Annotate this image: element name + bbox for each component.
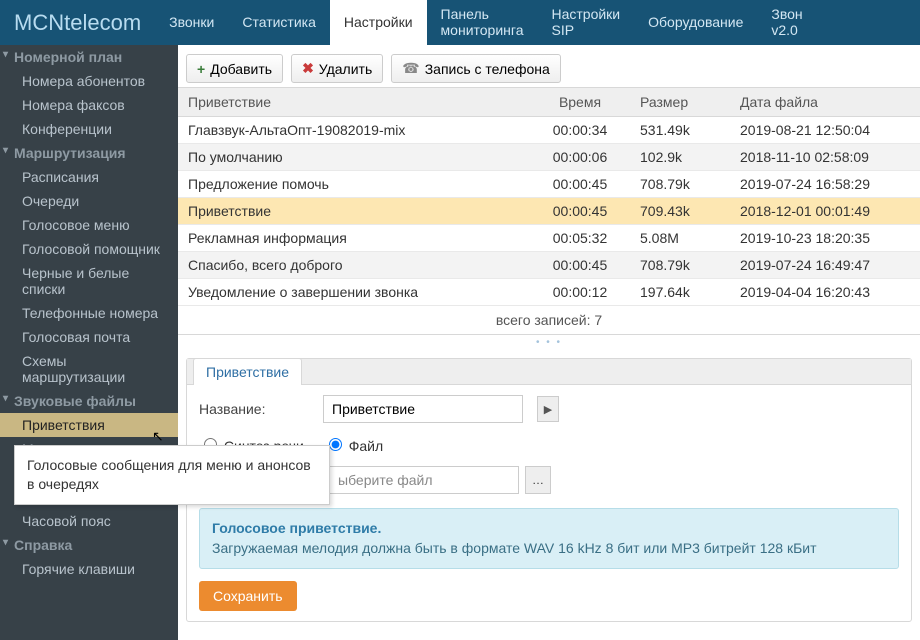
table-row[interactable]: Главзвук-АльтаОпт-19082019-mix00:00:3453… <box>178 117 920 144</box>
col-name[interactable]: Приветствие <box>178 88 530 117</box>
file-input[interactable]: ыберите файл <box>329 466 519 494</box>
sidebar-item[interactable]: Номера абонентов <box>0 69 178 93</box>
play-button[interactable]: ▶ <box>537 396 559 422</box>
file-browse-button[interactable]: … <box>525 466 551 494</box>
table-row[interactable]: Рекламная информация00:05:325.08M2019-10… <box>178 225 920 252</box>
record-button[interactable]: ☎Запись с телефона <box>391 54 561 83</box>
sidebar-group[interactable]: Справка <box>0 533 178 557</box>
form-tabbar: Приветствие <box>187 359 911 385</box>
table-row[interactable]: Уведомление о завершении звонка00:00:121… <box>178 279 920 306</box>
sidebar-tooltip: Голосовые сообщения для меню и анонсов в… <box>14 445 330 505</box>
tab-greeting[interactable]: Приветствие <box>193 358 302 385</box>
table-row[interactable]: Предложение помочь00:00:45708.79k2019-07… <box>178 171 920 198</box>
top-nav: ЗвонкиСтатистикаНастройкиПанельмониторин… <box>155 0 920 45</box>
sidebar-item[interactable]: Расписания <box>0 165 178 189</box>
nav-item[interactable]: Оборудование <box>634 0 757 45</box>
brand-logo: MCNtelecom <box>0 0 155 45</box>
save-button[interactable]: Сохранить <box>199 581 297 611</box>
add-button[interactable]: +Добавить <box>186 54 283 83</box>
sidebar-item[interactable]: Схемы маршрутизации <box>0 349 178 389</box>
splitter-grip[interactable]: • • • <box>178 335 920 358</box>
content-area: +Добавить ✖Удалить ☎Запись с телефона Пр… <box>178 45 920 640</box>
sidebar-item[interactable]: Телефонные номера <box>0 301 178 325</box>
toolbar: +Добавить ✖Удалить ☎Запись с телефона <box>178 50 920 87</box>
name-label: Название: <box>199 401 309 417</box>
info-title: Голосовое приветствие. <box>212 519 886 539</box>
radio-file[interactable]: Файл <box>324 435 383 454</box>
sidebar-item[interactable]: Голосовой помощник <box>0 237 178 261</box>
sidebar: Номерной планНомера абонентовНомера факс… <box>0 45 178 640</box>
sidebar-item[interactable]: Горячие клавиши <box>0 557 178 581</box>
top-header: MCNtelecom ЗвонкиСтатистикаНастройкиПане… <box>0 0 920 45</box>
nav-item[interactable]: НастройкиSIP <box>537 0 634 45</box>
brand-sub: telecom <box>64 10 141 36</box>
sidebar-item[interactable]: Голосовое меню <box>0 213 178 237</box>
sidebar-item[interactable]: Приветствия <box>0 413 178 437</box>
nav-item[interactable]: Панельмониторинга <box>427 0 538 45</box>
plus-icon: + <box>197 61 205 77</box>
table-row[interactable]: Приветствие00:00:45709.43k2018-12-01 00:… <box>178 198 920 225</box>
col-size[interactable]: Размер <box>630 88 730 117</box>
nav-item[interactable]: Статистика <box>228 0 330 45</box>
nav-item[interactable]: Настройки <box>330 0 427 45</box>
sidebar-item[interactable]: Голосовая почта <box>0 325 178 349</box>
files-table: Приветствие Время Размер Дата файла Глав… <box>178 87 920 306</box>
brand-main: MCN <box>14 10 64 36</box>
nav-item[interactable]: Звонки <box>155 0 228 45</box>
info-text: Загружаемая мелодия должна быть в формат… <box>212 539 886 559</box>
cross-icon: ✖ <box>302 60 314 77</box>
sidebar-item[interactable]: Номера факсов <box>0 93 178 117</box>
sidebar-group[interactable]: Номерной план <box>0 45 178 69</box>
col-date[interactable]: Дата файла <box>730 88 920 117</box>
table-summary: всего записей: 7 <box>178 306 920 335</box>
sidebar-group[interactable]: Маршрутизация <box>0 141 178 165</box>
name-input[interactable] <box>323 395 523 423</box>
sidebar-item[interactable]: Часовой пояс <box>0 509 178 533</box>
nav-item[interactable]: Звонv2.0 <box>757 0 816 45</box>
sidebar-item[interactable]: Конференции <box>0 117 178 141</box>
table-row[interactable]: По умолчанию00:00:06102.9k2018-11-10 02:… <box>178 144 920 171</box>
info-box: Голосовое приветствие. Загружаемая мелод… <box>199 508 899 569</box>
table-row[interactable]: Спасибо, всего доброго00:00:45708.79k201… <box>178 252 920 279</box>
sidebar-group[interactable]: Звуковые файлы <box>0 389 178 413</box>
col-time[interactable]: Время <box>530 88 630 117</box>
record-icon: ☎ <box>402 60 419 77</box>
table-header-row: Приветствие Время Размер Дата файла <box>178 88 920 117</box>
sidebar-item[interactable]: Очереди <box>0 189 178 213</box>
delete-button[interactable]: ✖Удалить <box>291 54 383 83</box>
sidebar-item[interactable]: Черные и белые списки <box>0 261 178 301</box>
